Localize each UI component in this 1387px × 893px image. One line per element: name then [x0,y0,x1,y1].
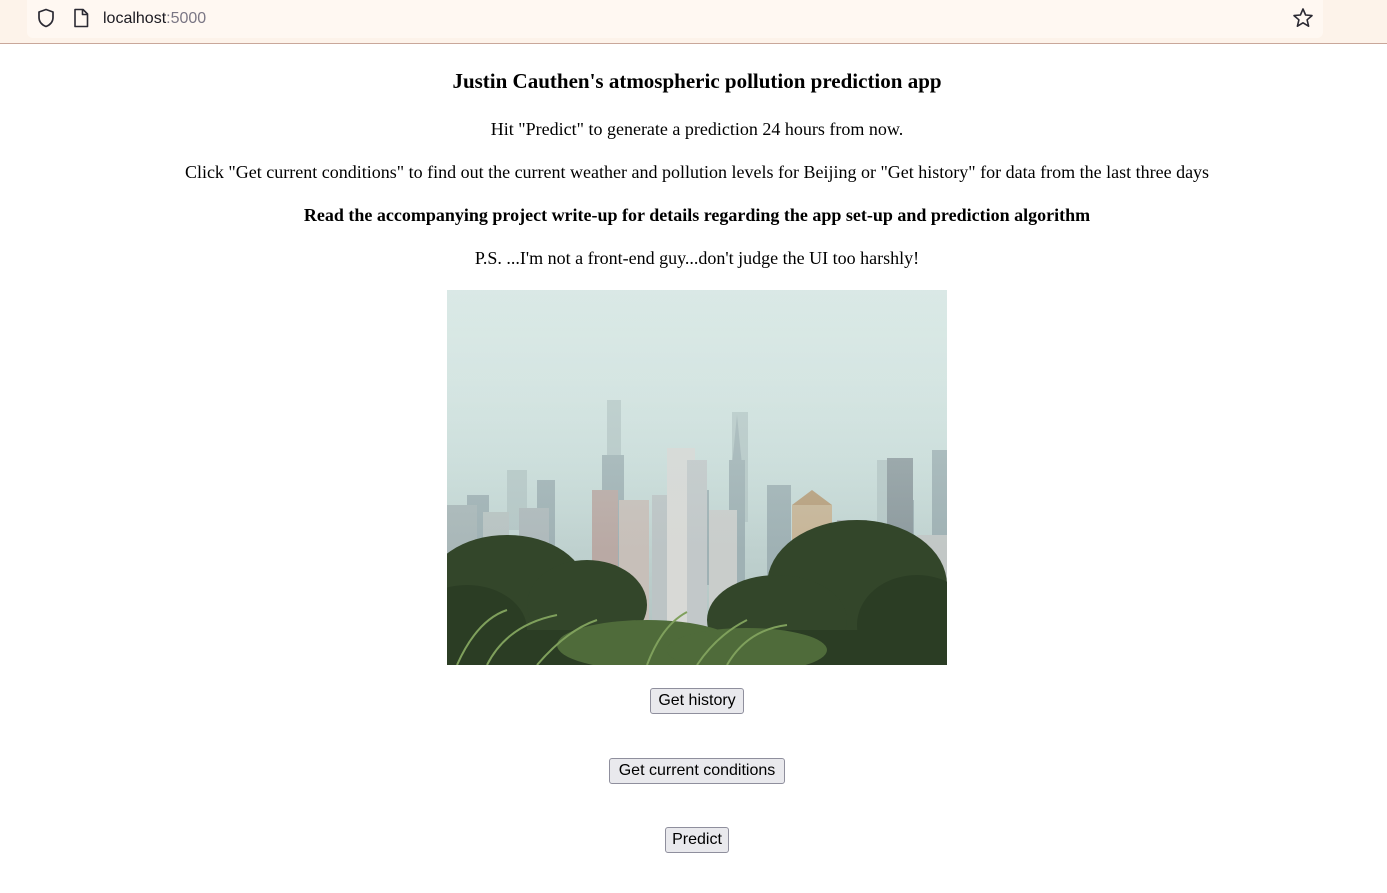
bookmark-star-icon[interactable] [1292,7,1314,29]
smog-city-photo [447,290,947,665]
page-title: Justin Cauthen's atmospheric pollution p… [452,69,942,93]
predict-button[interactable]: Predict [665,827,729,853]
get-current-conditions-button[interactable]: Get current conditions [609,758,785,784]
writeup-note: Read the accompanying project write-up f… [303,205,1091,225]
browser-toolbar: localhost:5000 [0,0,1387,44]
predict-instructions: Hit "Predict" to generate a prediction 2… [490,119,904,139]
get-history-button[interactable]: Get history [650,688,744,714]
url-host: localhost [103,10,167,27]
shield-icon[interactable] [36,8,56,28]
ps-note: P.S. ...I'm not a front-end guy...don't … [474,248,920,268]
url-text[interactable]: localhost:5000 [103,9,206,29]
url-port: :5000 [166,10,207,27]
conditions-instructions: Click "Get current conditions" to find o… [184,162,1210,182]
url-bar[interactable] [27,0,1323,38]
page-icon[interactable] [72,8,90,28]
